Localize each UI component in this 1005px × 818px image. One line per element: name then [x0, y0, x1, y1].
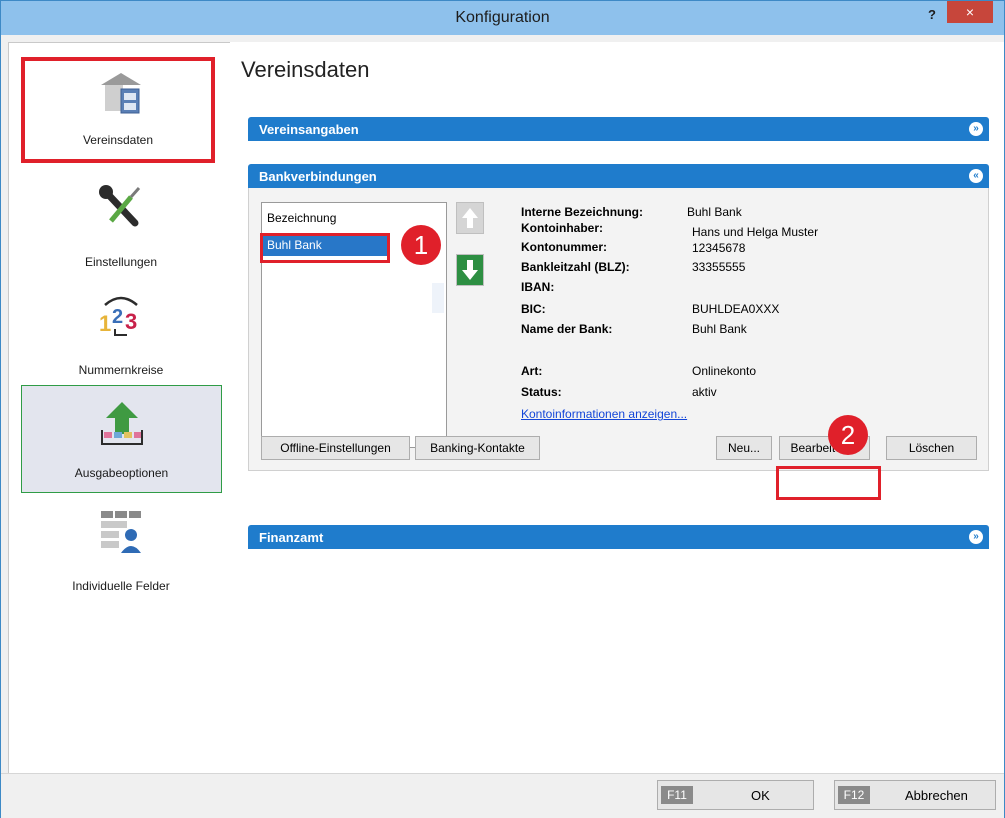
sidebar-item-einstellungen[interactable]: Einstellungen	[21, 173, 221, 279]
account-info-link[interactable]: Kontoinformationen anzeigen...	[521, 407, 687, 421]
wrench-screwdriver-icon	[99, 185, 141, 227]
close-button[interactable]: ×	[947, 1, 993, 23]
group-title: Vereinsangaben	[259, 122, 359, 137]
detail-value: Buhl Bank	[692, 322, 747, 336]
detail-label: Interne Bezeichnung:	[521, 205, 644, 219]
bank-panel: Bezeichnung Buhl Bank Interne Bezeichnun…	[248, 188, 989, 471]
sidebar-item-ausgabeoptionen[interactable]: Ausgabeoptionen	[21, 385, 222, 493]
chevron-up-icon[interactable]: «	[969, 169, 983, 183]
sidebar-item-nummernkreise[interactable]: 1 2 3 Nummernkreise	[21, 281, 221, 387]
sidebar-item-label: Individuelle Felder	[72, 579, 170, 593]
ok-label: OK	[751, 788, 770, 803]
detail-label: Kontonummer:	[521, 240, 607, 254]
detail-label: BIC:	[521, 302, 546, 316]
house-cabinet-icon	[101, 73, 141, 114]
detail-value: Onlinekonto	[692, 364, 757, 378]
callout-highlight-list-item	[260, 233, 390, 263]
callout-badge-2: 2	[828, 415, 868, 455]
new-button[interactable]: Neu...	[716, 436, 772, 460]
detail-value: BUHLDEA0XXX	[692, 302, 780, 316]
sidebar-item-label: Nummernkreise	[78, 363, 164, 377]
sidebar-item-label: Ausgabeoptionen	[74, 466, 169, 480]
detail-label: Kontoinhaber:	[521, 221, 603, 235]
delete-button[interactable]: Löschen	[886, 436, 977, 460]
chevron-down-icon[interactable]: »	[969, 530, 983, 544]
title-bar: Konfiguration ? ×	[1, 1, 1004, 35]
output-arrow-icon	[101, 402, 143, 445]
config-window: Konfiguration ? × Vereinsdaten Einstellu…	[0, 0, 1005, 818]
help-button[interactable]: ?	[919, 5, 945, 27]
svg-text:2: 2	[112, 306, 123, 328]
sidebar: Vereinsdaten Einstellungen 1 2 3 Nummern…	[8, 42, 231, 775]
callout-badge-1: 1	[401, 225, 441, 265]
detail-value: 12345678	[692, 241, 746, 255]
sidebar-item-label: Vereinsdaten	[82, 133, 154, 147]
move-up-button[interactable]	[456, 202, 484, 234]
detail-label: Art:	[521, 364, 543, 378]
arrow-down-icon	[462, 260, 478, 280]
dialog-footer: F11 OK F12 Abbrechen	[1, 773, 1004, 818]
group-finanzamt[interactable]: Finanzamt »	[248, 525, 989, 549]
detail-value: aktiv	[692, 385, 717, 399]
cancel-label: Abbrechen	[905, 788, 968, 803]
list-scroll-area	[432, 283, 444, 313]
detail-label: Bankleitzahl (BLZ):	[521, 260, 630, 274]
custom-fields-icon	[101, 511, 141, 553]
group-title: Finanzamt	[259, 530, 324, 545]
detail-value: Buhl Bank	[687, 205, 742, 219]
detail-value: Hans und Helga Muster	[692, 225, 819, 239]
group-title: Bankverbindungen	[259, 169, 377, 184]
sidebar-item-label: Einstellungen	[84, 255, 158, 269]
arrow-up-icon	[462, 208, 478, 228]
f11-key-label: F11	[661, 786, 693, 804]
list-header: Bezeichnung	[267, 211, 337, 225]
sidebar-item-individuelle-felder[interactable]: Individuelle Felder	[21, 499, 221, 605]
group-vereinsangaben[interactable]: Vereinsangaben »	[248, 117, 989, 141]
detail-label: Status:	[521, 385, 562, 399]
f12-key-label: F12	[838, 786, 870, 804]
svg-text:1: 1	[99, 311, 111, 336]
detail-value: 33355555	[692, 260, 746, 274]
window-title: Konfiguration	[455, 9, 550, 26]
group-bankverbindungen[interactable]: Bankverbindungen «	[248, 164, 989, 188]
sidebar-item-vereinsdaten[interactable]: Vereinsdaten	[21, 57, 215, 163]
cancel-button[interactable]: F12 Abbrechen	[834, 780, 996, 810]
detail-label: IBAN:	[521, 280, 555, 294]
chevron-down-icon[interactable]: »	[969, 122, 983, 136]
main-content: Vereinsdaten Vereinsangaben » Bankverbin…	[230, 42, 1004, 773]
move-down-button[interactable]	[456, 254, 484, 286]
page-title: Vereinsdaten	[241, 57, 370, 82]
callout-highlight-edit-button	[776, 466, 881, 500]
ok-button[interactable]: F11 OK	[657, 780, 814, 810]
banking-contacts-button[interactable]: Banking-Kontakte	[415, 436, 540, 460]
number-sequence-icon: 1 2 3	[99, 296, 138, 336]
offline-settings-button[interactable]: Offline-Einstellungen	[261, 436, 410, 460]
detail-label: Name der Bank:	[521, 322, 613, 336]
svg-text:3: 3	[125, 309, 137, 334]
